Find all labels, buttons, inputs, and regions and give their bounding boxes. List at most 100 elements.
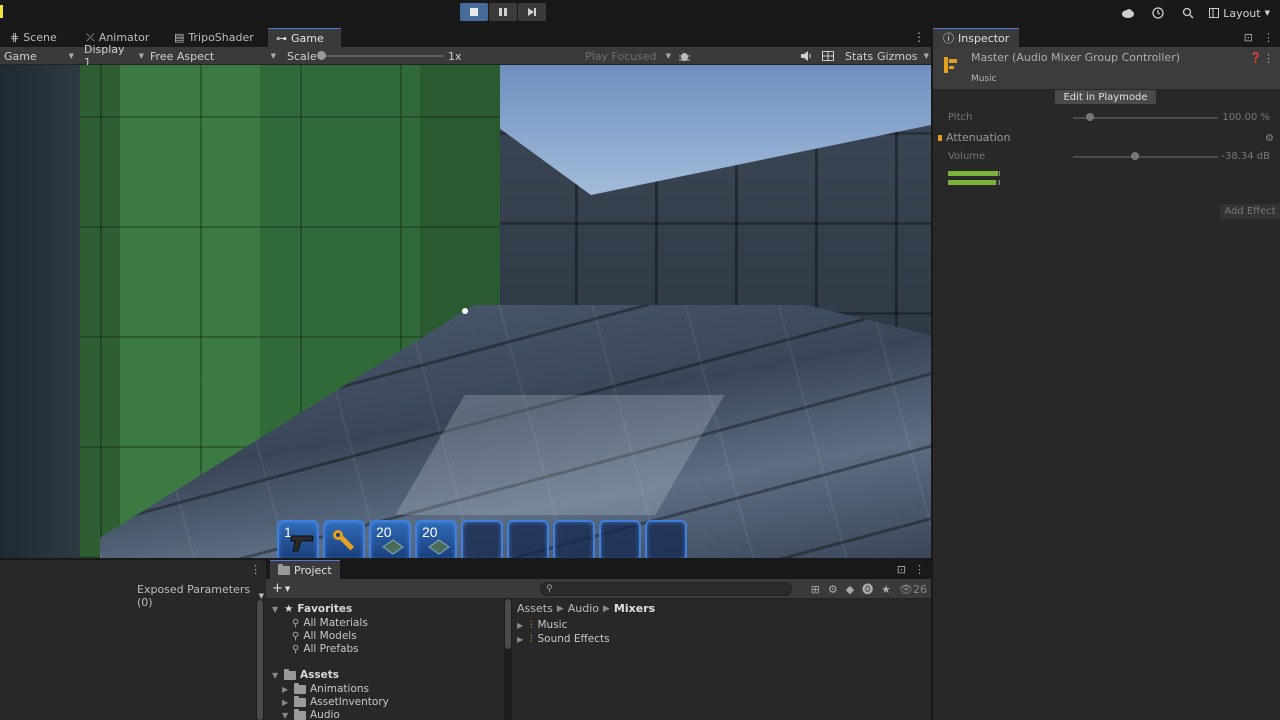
view-mode-dropdown[interactable]: Game ▼ [4, 48, 74, 64]
create-button[interactable]: + ▼ [272, 581, 290, 596]
lock-icon[interactable]: ⊡ [897, 563, 906, 576]
step-button[interactable] [518, 3, 546, 21]
favorite-item[interactable]: ⚲ All Prefabs [292, 643, 359, 655]
more-icon[interactable]: ⋮ [1263, 52, 1274, 65]
search-scope-icon[interactable]: ⊞ [811, 583, 820, 596]
volume-slider-handle[interactable] [1131, 152, 1140, 160]
stats-button[interactable]: Stats [845, 48, 873, 64]
aspect-dropdown[interactable]: Free Aspect ▼ [150, 48, 276, 64]
game-viewport[interactable]: 1 20 20 [0, 65, 931, 558]
mixer-menu-icon[interactable]: ⋮ [250, 563, 261, 576]
asset-folder[interactable]: ▶ Animations [282, 682, 369, 695]
left-wall [0, 65, 80, 558]
search-icon: ⚲ [292, 643, 300, 655]
hotbar-slot-7[interactable] [553, 520, 595, 558]
tab-label: Inspector [958, 31, 1010, 45]
star-icon[interactable]: ★ [881, 583, 891, 596]
chevron-down-icon: ▼ [923, 52, 929, 60]
expand-arrow-icon: ▶ [282, 697, 289, 707]
label-filter-icon[interactable]: ◆ [846, 583, 854, 596]
search-icon: ⚲ [292, 630, 300, 642]
hotbar-slot-4[interactable]: 20 [415, 520, 457, 558]
project-tabrow: Project ⊡ ⋮ [266, 560, 931, 579]
edit-in-playmode-button[interactable]: Edit in Playmode [1055, 90, 1156, 104]
lock-icon[interactable]: ⊡ [1244, 31, 1253, 44]
hotbar-slot-1[interactable]: 1 [277, 520, 319, 558]
asset-folder[interactable]: ▶ AssetInventory [282, 695, 389, 708]
cloud-button[interactable] [1113, 0, 1143, 26]
tab-project[interactable]: Project [270, 560, 340, 579]
file-item[interactable]: ▶ ⫶ Music [517, 619, 567, 631]
hotbar-slot-5[interactable] [461, 520, 503, 558]
info-icon: ⓘ [943, 32, 954, 45]
history-button[interactable] [1143, 0, 1173, 26]
assets-header[interactable]: ▼ Assets [272, 668, 339, 681]
game-panel-menu-icon[interactable]: ⋮ [913, 30, 925, 44]
gizmos-label: Gizmos [877, 49, 918, 63]
pause-icon [499, 8, 507, 16]
search-button[interactable] [1173, 0, 1203, 26]
breadcrumb: Assets ▶ Audio ▶ Mixers [517, 602, 655, 615]
chevron-down-icon: ▼ [284, 584, 291, 593]
grid-view-icon[interactable] [822, 48, 834, 64]
breadcrumb-item[interactable]: Mixers [614, 602, 655, 615]
play-focused-dropdown[interactable]: Play Focused ▼ [585, 48, 671, 64]
tree-scrollbar[interactable] [504, 599, 512, 720]
asset-folder[interactable]: ▼ Audio [282, 708, 340, 720]
tab-inspector[interactable]: ⓘ Inspector [933, 28, 1020, 47]
play-focused-label: Play Focused [585, 49, 657, 63]
layout-dropdown[interactable]: Layout ▼ [1203, 7, 1280, 20]
pitch-value[interactable]: 100.00 % [1222, 112, 1270, 123]
hotbar-slot-3[interactable]: 20 [369, 520, 411, 558]
favorites-header[interactable]: ▼ ★ Favorites [272, 603, 352, 615]
panel-menu-icon[interactable]: ⋮ [1263, 31, 1274, 44]
file-item[interactable]: ▶ ⫶ Sound Effects [517, 633, 610, 645]
display-dropdown[interactable]: Display 1 ▼ [84, 43, 144, 69]
volume-value[interactable]: -38.34 dB [1221, 151, 1270, 162]
hotbar-slot-2[interactable] [323, 520, 365, 558]
hotbar-slot-9[interactable] [645, 520, 687, 558]
favorite-item[interactable]: ⚲ All Materials [292, 617, 368, 629]
tab-scene[interactable]: ⋕ Scene [2, 28, 65, 47]
bug-icon[interactable] [679, 48, 690, 64]
panel-menu-icon[interactable]: ⋮ [914, 563, 925, 576]
attenuation-header[interactable]: Attenuation [938, 131, 1010, 144]
chevron-down-icon: ▼ [138, 52, 144, 60]
expand-arrow-icon: ▶ [517, 634, 524, 644]
pitch-slider-handle[interactable] [1086, 113, 1095, 121]
project-search-input[interactable]: ⚲ [540, 582, 792, 596]
play-button[interactable] [460, 3, 488, 21]
chevron-right-icon: ▶ [603, 603, 610, 614]
volume-slider[interactable] [1073, 156, 1218, 158]
file-label: Music [537, 619, 568, 631]
help-icon[interactable]: ❓ [1250, 53, 1262, 64]
favorite-label: All Models [303, 630, 357, 642]
view-mode-label: Game [4, 49, 37, 63]
inspector-title: Master (Audio Mixer Group Controller) [971, 51, 1181, 64]
tab-game[interactable]: ⊶ Game [268, 28, 341, 47]
tab-label: Scene [23, 31, 57, 44]
hidden-count[interactable]: 👁26 [899, 583, 927, 596]
meter-peak [999, 180, 1000, 185]
breadcrumb-item[interactable]: Assets [517, 602, 553, 615]
type-filter-icon[interactable]: ⚙ [828, 583, 838, 596]
pause-button[interactable] [489, 3, 517, 21]
folder-icon [294, 682, 306, 694]
scale-slider-handle[interactable] [317, 51, 326, 60]
chevron-down-icon: ▼ [1264, 9, 1270, 17]
gizmos-dropdown[interactable]: Gizmos ▼ [877, 48, 929, 64]
exposed-parameters-dropdown[interactable]: Exposed Parameters (0) ▼ [137, 583, 264, 609]
hotbar-slot-8[interactable] [599, 520, 641, 558]
favorite-item[interactable]: ⚲ All Models [292, 630, 357, 642]
scale-slider[interactable] [320, 55, 444, 57]
expand-arrow-icon: ▼ [272, 604, 279, 614]
warning-filter-icon[interactable]: ⓿ [862, 581, 873, 597]
breadcrumb-item[interactable]: Audio [568, 602, 599, 615]
speaker-icon[interactable] [801, 48, 812, 64]
gear-icon[interactable]: ⚙ [1265, 133, 1274, 144]
mixer-scrollbar[interactable] [256, 600, 264, 720]
add-effect-button[interactable]: Add Effect [1220, 204, 1280, 219]
tab-triposhader[interactable]: ▤ TripoShader [166, 28, 262, 47]
pitch-slider[interactable] [1073, 117, 1218, 119]
hotbar-slot-6[interactable] [507, 520, 549, 558]
